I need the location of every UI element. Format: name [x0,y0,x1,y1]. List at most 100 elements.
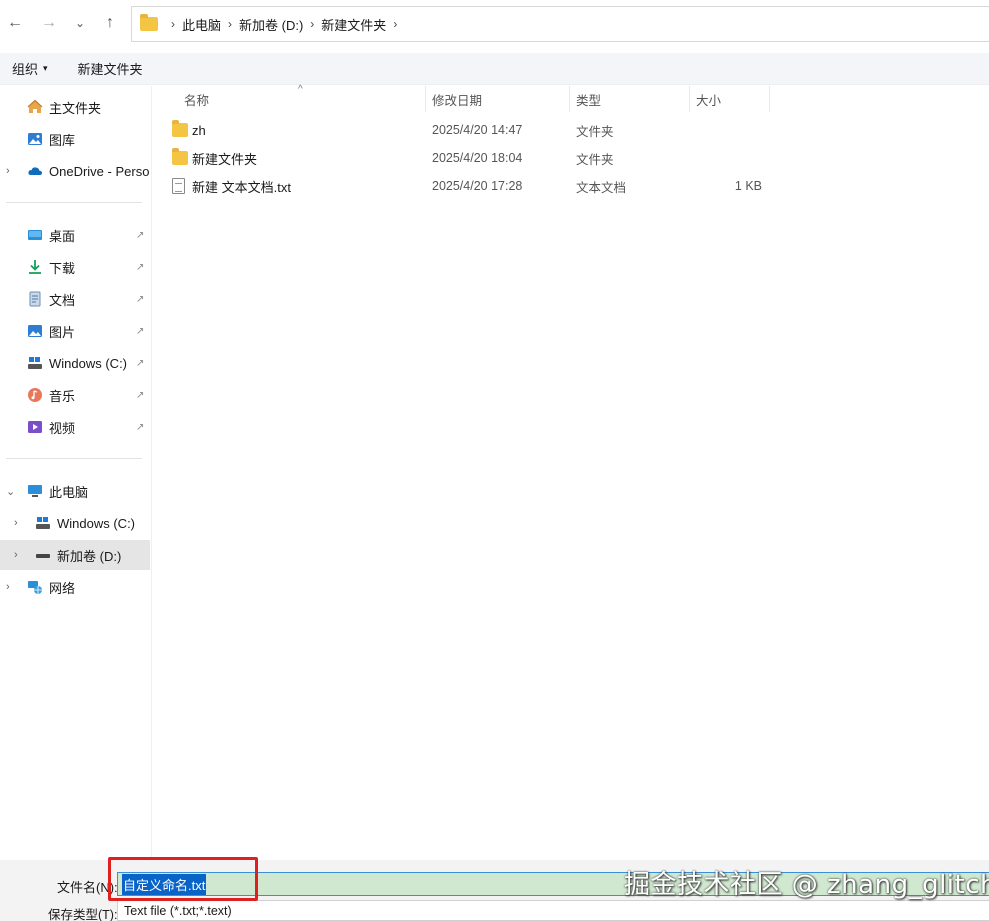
folder-icon [172,148,188,165]
column-header-size[interactable]: 大小 [690,86,770,112]
music-icon [28,388,42,402]
organize-label: 组织 [12,62,39,77]
column-header-label: 类型 [576,93,602,108]
column-header-modified[interactable]: 修改日期 [426,86,570,112]
desktop-icon [28,230,42,240]
chevron-right-icon[interactable]: › [310,17,314,31]
column-header-type[interactable]: 类型 [570,86,690,112]
folder-icon [140,14,158,31]
home-icon [27,99,43,113]
breadcrumb-new-folder[interactable]: 新建文件夹 [321,15,386,34]
sidebar-item-downloads[interactable]: 下载 ↗ [0,252,150,282]
address-bar[interactable]: › 此电脑 › 新加卷 (D:) › 新建文件夹 › [131,6,989,42]
back-button[interactable]: ← [3,10,27,36]
file-row[interactable]: 新建 文本文档.txt 2025/4/20 17:28 文本文档 1 KB [168,172,928,200]
download-icon [29,260,41,274]
folder-icon [172,120,188,137]
sidebar-item-label: 此电脑 [49,484,89,500]
up-arrow-icon: ↑ [106,14,114,31]
sidebar-item-label: 新加卷 (D:) [57,548,122,564]
recent-locations-button[interactable]: ⌄ [68,10,92,36]
chevron-down-icon: ⌄ [74,16,86,30]
chevron-right-icon[interactable]: › [6,165,10,177]
save-type-select[interactable]: Text file (*.txt;*.text) [117,900,989,921]
sidebar-item-pictures[interactable]: 图片 ↗ [0,316,150,346]
chevron-down-icon[interactable]: ⌄ [6,485,15,498]
this-pc-icon [28,485,42,497]
column-header-name[interactable]: 名称 ^ [152,84,426,112]
chevron-right-icon[interactable]: › [6,581,10,593]
sidebar-item-videos[interactable]: 视频 ↗ [0,412,150,442]
pin-icon[interactable]: ↗ [136,422,144,433]
breadcrumb-this-pc[interactable]: 此电脑 [182,15,221,34]
file-type: 文件夹 [576,124,614,139]
chevron-right-icon[interactable]: › [14,517,18,529]
navigation-pane: 主文件夹 图库 › OneDrive - Perso 桌面 ↗ 下载 ↗ 文档 … [0,86,152,860]
sidebar-item-label: 主文件夹 [49,100,102,116]
pin-icon[interactable]: ↗ [136,358,144,369]
pin-icon[interactable]: ↗ [136,294,144,305]
sidebar-item-label: 下载 [49,260,76,276]
sidebar-item-label: 文档 [49,292,76,308]
file-name: zh [192,122,206,138]
file-modified: 2025/4/20 17:28 [432,179,523,193]
file-name: 新建文件夹 [192,151,258,167]
organize-button[interactable]: 组织 ▾ [12,59,48,78]
chevron-right-icon[interactable]: › [393,17,397,31]
file-type: 文本文档 [576,180,627,195]
back-arrow-icon: ← [7,14,23,31]
sidebar-item-label: 图库 [49,132,76,148]
sidebar-item-label: Windows (C:) [57,515,136,531]
sidebar-divider [6,458,142,459]
sidebar-item-label: 音乐 [49,388,76,404]
videos-icon [28,421,42,433]
pin-icon[interactable]: ↗ [136,326,144,337]
file-row[interactable]: 新建文件夹 2025/4/20 18:04 文件夹 [168,144,928,172]
forward-button[interactable]: → [37,10,61,36]
drive-icon [28,357,42,369]
file-modified: 2025/4/20 18:04 [432,151,523,165]
sidebar-item-home[interactable]: 主文件夹 [0,92,150,122]
command-toolbar: 组织 ▾ 新建文件夹 [0,53,989,85]
file-row[interactable]: zh 2025/4/20 14:47 文件夹 [168,116,928,144]
sidebar-item-label: Windows (C:) [49,355,128,371]
pin-icon[interactable]: ↗ [136,262,144,273]
network-icon [28,581,42,594]
sidebar-item-music[interactable]: 音乐 ↗ [0,380,150,410]
file-size: 1 KB [734,179,762,193]
chevron-right-icon[interactable]: › [14,549,18,561]
watermark: 掘金技术社区 @ zhang_glitch [624,870,989,900]
sidebar-divider [6,202,142,203]
pictures-icon [28,325,42,337]
documents-icon [29,291,41,307]
sidebar-item-tree-windows-c[interactable]: › Windows (C:) [0,508,150,538]
sidebar-item-windows-c[interactable]: Windows (C:) ↗ [0,348,150,378]
sidebar-item-drive-d[interactable]: › 新加卷 (D:) [0,540,150,570]
file-type: 文件夹 [576,152,614,167]
sort-ascending-icon: ^ [298,84,303,95]
file-name: 新建 文本文档.txt [192,179,291,195]
sidebar-item-desktop[interactable]: 桌面 ↗ [0,220,150,250]
onedrive-cloud-icon [28,167,42,175]
breadcrumb-drive-d[interactable]: 新加卷 (D:) [239,15,303,34]
caret-down-icon: ▾ [43,63,48,73]
chevron-right-icon: › [171,17,175,31]
pin-icon[interactable]: ↗ [136,230,144,241]
sidebar-item-label: 图片 [49,324,76,340]
sidebar-item-network[interactable]: › 网络 [0,572,150,602]
pin-icon[interactable]: ↗ [136,390,144,401]
sidebar-item-this-pc[interactable]: ⌄ 此电脑 [0,476,150,506]
text-file-icon [172,178,185,194]
sidebar-item-gallery[interactable]: 图库 [0,124,150,154]
sidebar-item-onedrive[interactable]: › OneDrive - Perso [0,156,150,186]
chevron-right-icon[interactable]: › [228,17,232,31]
forward-arrow-icon: → [41,14,57,31]
sidebar-item-label: 桌面 [49,228,76,244]
highlight-annotation-box [108,857,258,901]
sidebar-item-label: 网络 [49,580,76,596]
gallery-icon [28,133,42,145]
up-button[interactable]: ↑ [98,10,122,36]
new-folder-button[interactable]: 新建文件夹 [78,59,143,78]
column-header-label: 修改日期 [432,93,483,108]
sidebar-item-documents[interactable]: 文档 ↗ [0,284,150,314]
